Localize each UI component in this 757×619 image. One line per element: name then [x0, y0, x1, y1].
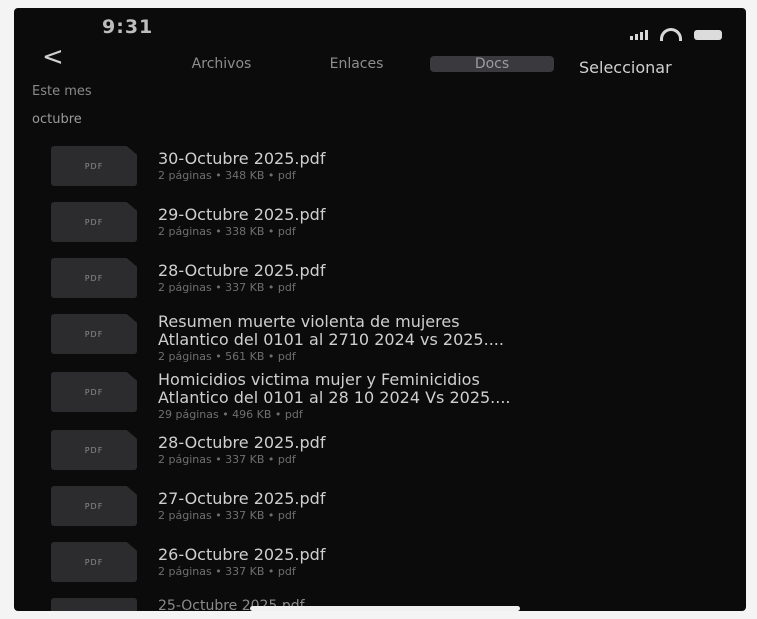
pdf-file-icon: PDF: [51, 314, 137, 354]
file-title: Resumen muerte violenta de mujeres: [158, 312, 460, 331]
pdf-file-icon: PDF: [51, 372, 137, 412]
pdf-file-icon: PDF: [51, 430, 137, 470]
tab-archivos[interactable]: Archivos: [154, 56, 289, 72]
file-meta: 2 páginas • 348 KB • pdf: [158, 169, 296, 182]
list-item[interactable]: PDF Homicidios victima mujer y Feminicid…: [14, 362, 746, 421]
file-title-line2: Atlantico del 0101 al 2710 2024 vs 2025.…: [158, 330, 504, 349]
wifi-icon: [660, 28, 682, 41]
pdf-file-icon: PDF: [51, 258, 137, 298]
list-item[interactable]: PDF 27-Octubre 2025.pdf 2 páginas • 337 …: [14, 476, 746, 532]
list-item[interactable]: PDF 30-Octubre 2025.pdf 2 páginas • 348 …: [14, 136, 746, 192]
list-item[interactable]: PDF 29-Octubre 2025.pdf 2 páginas • 338 …: [14, 192, 746, 248]
list-item[interactable]: PDF 26-Octubre 2025.pdf 2 páginas • 337 …: [14, 532, 746, 588]
pdf-label: PDF: [84, 501, 104, 511]
pdf-file-icon-partial: [51, 598, 137, 611]
section-header-month: Este mes: [32, 84, 92, 99]
file-meta: 2 páginas • 337 KB • pdf: [158, 453, 296, 466]
file-title-line2: Atlantico del 0101 al 28 10 2024 Vs 2025…: [158, 388, 511, 407]
pdf-label: PDF: [84, 387, 104, 397]
pdf-file-icon: PDF: [51, 542, 137, 582]
file-meta: 2 páginas • 337 KB • pdf: [158, 565, 296, 578]
list-item[interactable]: PDF 28-Octubre 2025.pdf 2 páginas • 337 …: [14, 248, 746, 304]
file-meta: 2 páginas • 337 KB • pdf: [158, 509, 296, 522]
list-item[interactable]: PDF Resumen muerte violenta de mujeres A…: [14, 304, 746, 363]
tab-docs[interactable]: Docs: [430, 56, 554, 72]
section-header-october: octubre: [32, 112, 82, 127]
pdf-label: PDF: [84, 445, 104, 455]
battery-icon: [694, 29, 722, 40]
pdf-label: PDF: [84, 273, 104, 283]
file-title: Homicidios victima mujer y Feminicidios: [158, 370, 480, 389]
file-title: 30-Octubre 2025.pdf: [158, 149, 326, 168]
pdf-label: PDF: [84, 557, 104, 567]
pdf-label: PDF: [84, 217, 104, 227]
pdf-file-icon: PDF: [51, 486, 137, 526]
file-title: 29-Octubre 2025.pdf: [158, 205, 326, 224]
pdf-label: PDF: [84, 329, 104, 339]
home-indicator[interactable]: [250, 606, 520, 611]
status-icons: [630, 28, 722, 41]
file-title: 28-Octubre 2025.pdf: [158, 433, 326, 452]
file-title: 26-Octubre 2025.pdf: [158, 545, 326, 564]
select-button[interactable]: Seleccionar: [579, 58, 672, 77]
file-meta: 2 páginas • 338 KB • pdf: [158, 225, 296, 238]
back-chevron-icon[interactable]: <: [42, 44, 64, 70]
file-title: 28-Octubre 2025.pdf: [158, 261, 326, 280]
pdf-label: PDF: [84, 161, 104, 171]
cellular-signal-icon: [630, 29, 648, 40]
file-title: 27-Octubre 2025.pdf: [158, 489, 326, 508]
status-time: 9:31: [102, 16, 154, 38]
segmented-tabs: Archivos Enlaces Docs: [154, 56, 554, 72]
tab-enlaces[interactable]: Enlaces: [289, 56, 424, 72]
phone-screen: 9:31 < Archivos Enlaces Docs Seleccionar…: [14, 8, 746, 611]
pdf-file-icon: PDF: [51, 146, 137, 186]
pdf-file-icon: PDF: [51, 202, 137, 242]
file-meta: 2 páginas • 337 KB • pdf: [158, 281, 296, 294]
list-item[interactable]: PDF 28-Octubre 2025.pdf 2 páginas • 337 …: [14, 420, 746, 476]
